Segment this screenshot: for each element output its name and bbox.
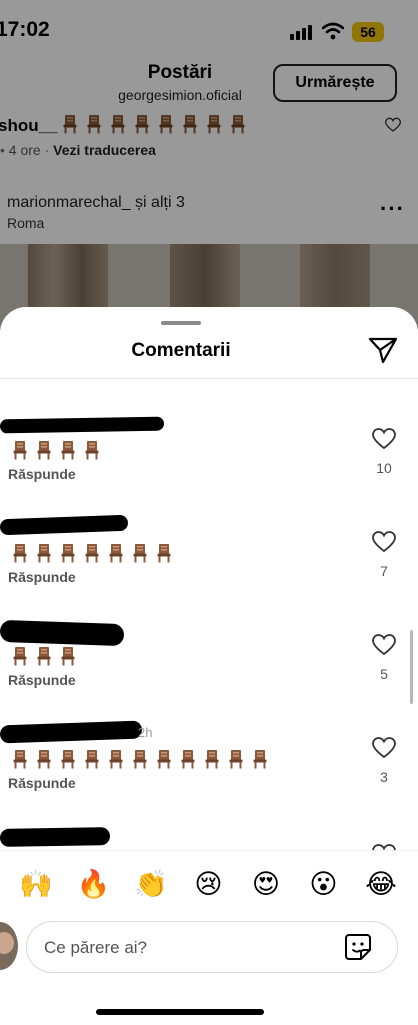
like-count: 5 xyxy=(380,666,388,682)
send-icon[interactable] xyxy=(368,336,398,364)
chair-icon xyxy=(157,544,171,563)
surprised-face-icon[interactable]: 😮 xyxy=(306,866,342,902)
redacted-username xyxy=(0,619,125,647)
reply-button[interactable]: Răspunde xyxy=(8,775,76,791)
home-indicator xyxy=(96,1009,264,1015)
heart-icon[interactable] xyxy=(372,634,396,656)
chair-icon xyxy=(181,750,195,769)
reply-button[interactable]: Răspunde xyxy=(8,466,76,482)
comment-chairs xyxy=(10,749,270,769)
comment-input-box[interactable] xyxy=(26,921,398,973)
clapping-hands-icon[interactable]: 👏 xyxy=(133,866,169,902)
redacted-username xyxy=(0,827,111,847)
redacted-username xyxy=(0,720,143,744)
chair-icon xyxy=(85,441,99,460)
comment-item: 2h Răspunde 3 xyxy=(0,719,418,819)
heart-icon[interactable] xyxy=(372,737,396,759)
reply-button[interactable]: Răspunde xyxy=(8,569,76,585)
chair-icon xyxy=(13,441,27,460)
like-count: 10 xyxy=(376,460,392,476)
fire-icon[interactable]: 🔥 xyxy=(76,866,112,902)
chair-icon xyxy=(61,750,75,769)
comment-timestamp: 2h xyxy=(138,725,153,740)
chair-icon xyxy=(13,647,27,666)
chair-icon xyxy=(229,750,243,769)
scrollbar[interactable] xyxy=(410,630,413,704)
chair-icon xyxy=(37,441,51,460)
like-count: 3 xyxy=(380,769,388,785)
redacted-username xyxy=(0,514,129,536)
chair-icon xyxy=(205,750,219,769)
chair-icon xyxy=(13,544,27,563)
chair-icon xyxy=(157,750,171,769)
comment-item: Răspunde 5 xyxy=(0,616,418,716)
heart-icon[interactable] xyxy=(372,428,396,450)
reply-button[interactable]: Răspunde xyxy=(8,672,76,688)
comment-chairs xyxy=(10,440,102,460)
comment-item-partial xyxy=(0,822,418,852)
comment-chairs xyxy=(10,646,78,666)
tears-of-joy-icon[interactable]: 😂 xyxy=(363,866,399,902)
dim-overlay[interactable] xyxy=(0,0,418,330)
post-background: 17:02 56 Postări georgesimion.oficial Ur… xyxy=(0,0,418,330)
crying-face-icon[interactable]: 😢 xyxy=(191,866,227,902)
drag-handle[interactable] xyxy=(161,321,201,325)
chair-icon xyxy=(133,750,147,769)
chair-icon xyxy=(37,544,51,563)
chair-icon xyxy=(133,544,147,563)
chair-icon xyxy=(13,750,27,769)
chair-icon xyxy=(109,544,123,563)
heart-icon[interactable] xyxy=(372,531,396,553)
like-count: 7 xyxy=(380,563,388,579)
chair-icon xyxy=(85,544,99,563)
heart-eyes-icon[interactable]: 😍 xyxy=(248,866,284,902)
comment-chairs xyxy=(10,543,174,563)
chair-icon xyxy=(85,750,99,769)
chair-icon xyxy=(109,750,123,769)
raising-hands-icon[interactable]: 🙌 xyxy=(18,866,54,902)
chair-icon xyxy=(253,750,267,769)
chair-icon xyxy=(61,441,75,460)
comment-item: Răspunde 10 xyxy=(0,410,418,510)
divider xyxy=(0,378,418,379)
sticker-icon[interactable] xyxy=(344,933,372,961)
comment-input[interactable] xyxy=(42,936,336,960)
comment-item: Răspunde 7 xyxy=(0,513,418,613)
chair-icon xyxy=(37,750,51,769)
sheet-title: Comentarii xyxy=(131,340,231,361)
chair-icon xyxy=(37,647,51,666)
chair-icon xyxy=(61,647,75,666)
chair-icon xyxy=(61,544,75,563)
redacted-username xyxy=(0,416,165,434)
